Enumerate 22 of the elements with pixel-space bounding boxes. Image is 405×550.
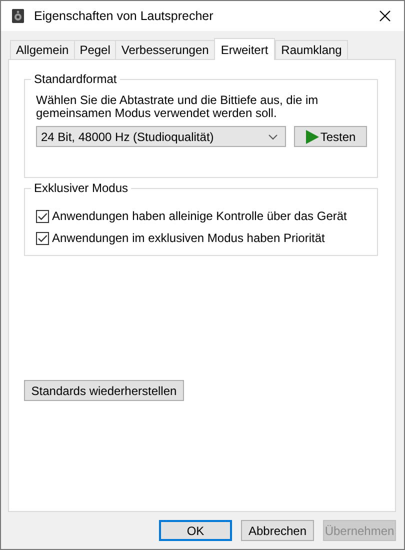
window-title: Eigenschaften von Lautsprecher	[34, 9, 214, 23]
checkbox[interactable]	[36, 210, 49, 222]
speaker-icon	[11, 8, 25, 24]
reset-button[interactable]: Standards wiederherstellen	[24, 380, 184, 401]
tab[interactable]: Allgemein	[10, 40, 75, 59]
play-icon	[305, 130, 320, 144]
tab[interactable]: Raumklang	[275, 40, 348, 59]
test-button[interactable]: Testen	[294, 126, 367, 147]
checkbox-label[interactable]: Anwendungen haben alleinige Kontrolle über das Gerät	[52, 209, 347, 223]
group-title: Exklusiver Modus	[31, 181, 132, 195]
checkbox[interactable]	[36, 232, 49, 244]
chevron-icon	[268, 134, 278, 140]
close-icon[interactable]	[379, 10, 391, 22]
format-dropdown[interactable]: 24 Bit, 48000 Hz (Studioqualität)	[36, 126, 286, 147]
group-title: Standardformat	[31, 72, 120, 86]
tab[interactable]: Verbesserungen	[115, 40, 215, 59]
dialog-button[interactable]: Abbrechen	[241, 520, 314, 541]
tab[interactable]: Erweitert	[214, 38, 276, 60]
tab[interactable]: Pegel	[74, 40, 116, 59]
checkbox-label[interactable]: Anwendungen im exklusiven Modus haben Priorität	[52, 231, 325, 245]
description-text: Wählen Sie die Abtastrate und die Bittiefe aus, die im gemeinsamen Modus verwendet werden soll.	[36, 94, 320, 120]
dialog-button[interactable]: OK	[159, 520, 232, 541]
